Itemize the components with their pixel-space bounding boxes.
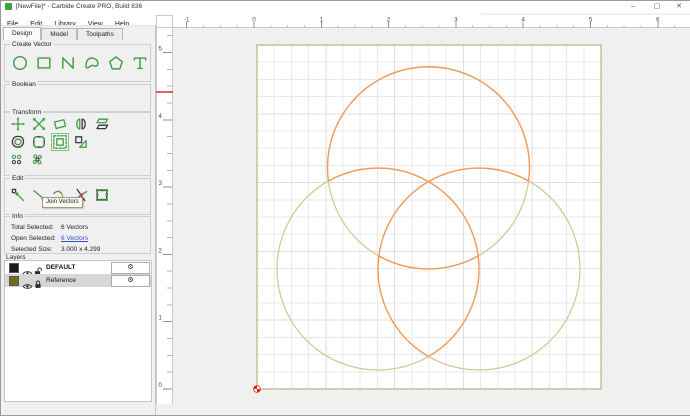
- group-title-info: Info: [10, 213, 25, 221]
- polyline-tool[interactable]: [59, 54, 77, 72]
- rectangle-tool-glyph: [35, 54, 53, 72]
- scale-tool-glyph: [31, 116, 47, 132]
- info-label: Open Selected:: [11, 233, 61, 244]
- fillet-tool-glyph: [31, 134, 47, 150]
- window-title: [NewFile]* - Carbide Create PRO, Build 8…: [16, 2, 142, 12]
- scale-tool[interactable]: [31, 116, 47, 132]
- tab-toolpaths[interactable]: Toolpaths: [77, 28, 123, 40]
- shear-tool-glyph: [94, 116, 110, 132]
- fillet-tool[interactable]: [31, 134, 47, 150]
- app-icon: [5, 3, 12, 10]
- tooltip-join-vectors: Join Vectors: [42, 197, 83, 208]
- ruler-position-indicator: [156, 91, 173, 93]
- design-panel: DesignModelToolpaths Create Vector Boole…: [1, 25, 156, 416]
- visibility-eye-icon[interactable]: [22, 277, 33, 295]
- offset-tool-glyph: [52, 134, 68, 150]
- layer-color-swatch[interactable]: [9, 276, 19, 286]
- edit-group: Edit Join Vectors: [4, 178, 151, 215]
- origin-marker[interactable]: [254, 386, 261, 393]
- trace-tool-glyph: [10, 134, 26, 150]
- info-row: Selected Size:3.000 x 4.299: [11, 244, 147, 255]
- tab-design[interactable]: Design: [3, 27, 41, 40]
- group-title-edit: Edit: [10, 175, 25, 183]
- circle-tool[interactable]: [11, 54, 29, 72]
- layer-name: DEFAULT: [46, 264, 76, 272]
- svg-text:-1: -1: [184, 18, 190, 24]
- info-label: Total Selected:: [11, 222, 61, 233]
- info-value: 3.000 x 4.299: [61, 246, 100, 253]
- circle-tool-glyph: [11, 54, 29, 72]
- boolean-group: Boolean: [4, 84, 151, 112]
- layer-list: DEFAULT ⚙ Reference ⚙: [4, 260, 152, 402]
- minimize-button[interactable]: –: [623, 1, 643, 13]
- rotate-tool[interactable]: [52, 116, 68, 132]
- offset-tool[interactable]: [52, 134, 68, 150]
- layer-settings-button[interactable]: ⚙: [111, 262, 150, 274]
- linear-array-tool-glyph: [10, 153, 23, 166]
- layer-row-reference[interactable]: Reference ⚙: [5, 274, 151, 287]
- circular-array-tool-glyph: [31, 153, 44, 166]
- layer-name: Reference: [46, 277, 76, 285]
- mirror-tool-glyph: [73, 116, 89, 132]
- scale-stock-tool[interactable]: [73, 134, 89, 150]
- group-title-create-vector: Create Vector: [10, 41, 54, 49]
- ruler-left: 543210: [156, 28, 173, 404]
- tab-model[interactable]: Model: [41, 28, 77, 40]
- mirror-tool[interactable]: [73, 116, 89, 132]
- curve-tool[interactable]: [83, 54, 101, 72]
- maximize-button[interactable]: ▢: [647, 1, 667, 13]
- circular-array-tool[interactable]: [31, 153, 44, 166]
- rotate-tool-glyph: [52, 116, 68, 132]
- panel-tabs: DesignModelToolpaths: [3, 26, 123, 40]
- grid-minor: [257, 45, 601, 389]
- curve-tool-glyph: [83, 54, 101, 72]
- scale-stock-tool-glyph: [73, 134, 89, 150]
- rectangle-tool[interactable]: [35, 54, 53, 72]
- info-row: Total Selected:6 Vectors: [11, 222, 147, 233]
- open-selected-link[interactable]: 6 Vectors: [61, 235, 88, 242]
- polyline-tool-glyph: [59, 54, 77, 72]
- info-group: Info Total Selected:6 VectorsOpen Select…: [4, 216, 151, 254]
- ruler-corner: [156, 15, 173, 28]
- design-canvas[interactable]: [173, 28, 690, 415]
- close-button[interactable]: ✕: [669, 1, 689, 13]
- move-tool-glyph: [10, 116, 26, 132]
- info-row: Open Selected:6 Vectors: [11, 233, 147, 244]
- layer-row-default[interactable]: DEFAULT ⚙: [5, 261, 151, 274]
- create-vector-group: Create Vector: [4, 44, 151, 82]
- transform-group: Transform: [4, 112, 151, 176]
- polygon-tool-glyph: [107, 54, 125, 72]
- title-bar: [NewFile]* - Carbide Create PRO, Build 8…: [1, 1, 690, 13]
- linear-array-tool[interactable]: [10, 153, 23, 166]
- node-edit-tool-glyph: [10, 187, 26, 203]
- boundary-tool-glyph: [94, 187, 110, 203]
- group-title-boolean: Boolean: [10, 81, 38, 89]
- boundary-tool[interactable]: [94, 187, 110, 203]
- layer-settings-button[interactable]: ⚙: [111, 275, 150, 287]
- info-value: 6 Vectors: [61, 224, 88, 231]
- text-tool[interactable]: [131, 54, 149, 72]
- lock-closed-icon[interactable]: [34, 276, 42, 294]
- move-tool[interactable]: [10, 116, 26, 132]
- layer-color-swatch[interactable]: [9, 263, 19, 273]
- polygon-tool[interactable]: [107, 54, 125, 72]
- text-tool-glyph: [131, 54, 149, 72]
- shear-tool[interactable]: [94, 116, 110, 132]
- ruler-top: -10123456: [173, 15, 690, 28]
- trace-tool[interactable]: [10, 134, 26, 150]
- node-edit-tool[interactable]: [10, 187, 26, 203]
- app-window: [NewFile]* - Carbide Create PRO, Build 8…: [0, 0, 690, 416]
